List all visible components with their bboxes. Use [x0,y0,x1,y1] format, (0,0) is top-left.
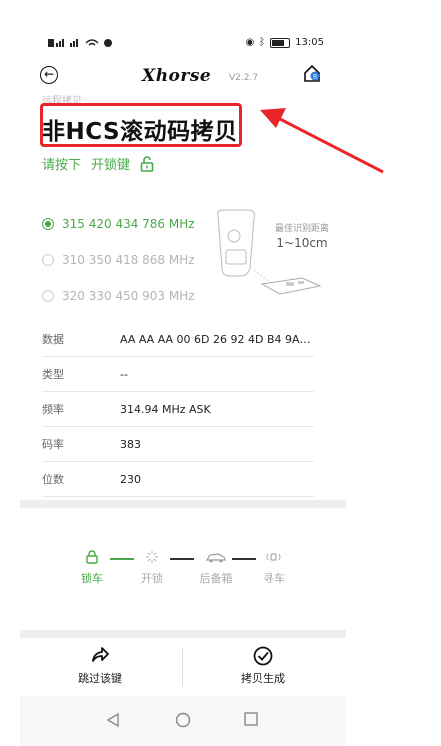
skip-key-label: 跳过该键 [78,672,122,685]
section-divider [20,630,346,638]
distance-label: 最佳识别距离 1~10cm [275,222,329,250]
detail-table: 数据 AA AA AA 00 6D 26 92 4D B4 9A 4... 类型… [42,322,314,497]
row-value: 314.94 MHz ASK [120,402,211,416]
hint-key: 开锁键 [91,158,131,173]
step-label: 开锁 [141,572,163,585]
step-connector [170,558,194,560]
step-lock[interactable]: 锁车 [72,550,112,586]
step-trunk[interactable]: 后备箱 [196,550,236,586]
distance-value: 1~10cm [276,236,328,250]
row-key: 码率 [42,438,64,451]
step-label: 锁车 [81,572,103,585]
frequency-option[interactable]: 310 350 418 868 MHz [42,242,195,278]
button-divider [182,648,183,686]
radio-icon[interactable] [42,290,54,302]
annotation-arrow-icon [260,108,384,174]
step-label: 后备箱 [199,572,233,585]
row-value: AA AA AA 00 6D 26 92 4D B4 9A 4... [120,332,314,346]
generate-copy-label: 拷贝生成 [241,672,285,685]
row-value: -- [120,367,128,381]
row-key: 数据 [42,333,64,346]
frequency-label: 320 330 450 903 MHz [62,289,195,303]
svg-text:B: B [313,74,317,81]
step-connector [232,558,256,560]
system-nav-bar [20,696,346,746]
table-row: 类型 -- [42,357,314,392]
lock-icon [86,550,98,564]
row-key: 类型 [42,368,64,381]
step-connector [110,558,134,560]
eye-icon: ◉ [245,37,255,48]
car-trunk-icon [206,553,226,563]
home-bluetooth-icon[interactable]: B [303,64,321,82]
frequency-label: 315 420 434 786 MHz [62,217,195,231]
frequency-list: 315 420 434 786 MHz 310 350 418 868 MHz … [42,206,195,314]
key-steps: 锁车 开锁 后备箱 寻车 [72,550,302,590]
hint-press: 请按下 [42,158,82,173]
nav-home-icon[interactable] [175,712,191,728]
status-bar: ◉ ᛒ 13:05 [20,30,346,56]
table-row: 频率 314.94 MHz ASK [42,392,314,427]
step-unlock[interactable]: 开锁 [132,550,172,586]
signal-icons [48,37,118,49]
table-row: 数据 AA AA AA 00 6D 26 92 4D B4 9A 4... [42,322,314,357]
loading-icon [146,551,158,563]
frequency-label: 310 350 418 868 MHz [62,253,195,267]
row-key: 频率 [42,403,64,416]
row-value: 383 [120,437,141,451]
unlock-icon [140,155,154,172]
app-version: V2.2.7 [229,73,259,83]
frequency-option[interactable]: 315 420 434 786 MHz [42,206,195,242]
distance-caption: 最佳识别距离 [275,224,330,234]
share-forward-icon [92,647,109,662]
device-key-illustration [217,209,322,295]
status-time: 13:05 [295,37,324,48]
back-arrow-icon[interactable]: ← [40,66,58,84]
section-divider [20,500,346,508]
row-value: 230 [120,472,141,486]
brand-logo: Xhorse [142,66,212,86]
table-row: 位数 230 [42,462,314,497]
battery-icon [270,37,291,48]
check-circle-icon [253,646,273,666]
radio-selected-icon[interactable] [42,218,54,230]
generate-copy-button[interactable]: 拷贝生成 [193,646,333,686]
frequency-option[interactable]: 320 330 450 903 MHz [42,278,195,314]
find-car-icon [266,553,281,561]
signal-wifi-icon [48,39,112,47]
action-bar: 跳过该键 拷贝生成 [20,638,346,694]
table-row: 码率 383 [42,427,314,462]
step-label: 寻车 [263,572,285,585]
press-hint: 请按下 开锁键 [42,154,154,173]
nav-recents-icon[interactable] [244,712,258,726]
annotation-highlight-box [40,103,242,147]
nav-back-icon[interactable] [106,712,120,728]
skip-key-button[interactable]: 跳过该键 [30,646,170,686]
row-key: 位数 [42,473,64,486]
bluetooth-icon: ᛒ [259,37,266,48]
step-find-car[interactable]: 寻车 [254,550,294,586]
radio-icon[interactable] [42,254,54,266]
